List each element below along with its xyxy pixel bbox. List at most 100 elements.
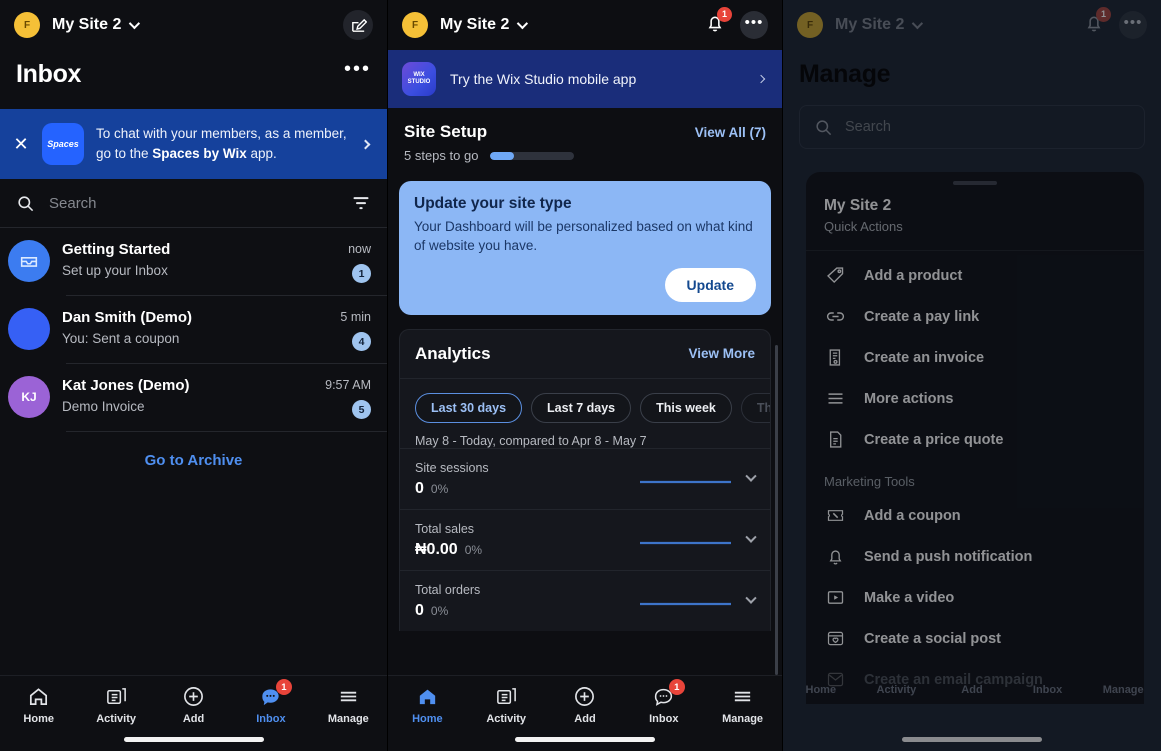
list-item[interactable]: Dan Smith (Demo) You: Sent a coupon 5 mi… xyxy=(0,296,387,363)
chevron-down-icon[interactable] xyxy=(517,17,529,30)
quick-action-create-a-pay-link[interactable]: Create a pay link xyxy=(806,296,1144,337)
spaces-promo-banner[interactable]: ✕ Spaces To chat with your members, as a… xyxy=(0,109,387,179)
home-indicator xyxy=(902,737,1042,742)
nav-label: Home xyxy=(23,713,54,725)
quick-action-add-a-product[interactable]: Add a product xyxy=(806,255,1144,296)
manage-screen: F My Site 2 1 ••• Manage My Site 2 Quick… xyxy=(782,0,1161,751)
nav-label: Inbox xyxy=(256,713,286,725)
sparkline-chart xyxy=(640,542,731,545)
tag-icon xyxy=(824,265,846,286)
search-input[interactable] xyxy=(49,194,337,212)
notifications-button[interactable]: 1 xyxy=(704,6,732,39)
nav-item-manage[interactable]: Manage xyxy=(703,685,782,725)
list-item-time: 9:57 AM xyxy=(325,378,371,392)
nav-item-home[interactable]: Home xyxy=(783,684,859,696)
quick-action-create-an-invoice[interactable]: Create an invoice xyxy=(806,337,1144,378)
search-input[interactable] xyxy=(845,119,1130,135)
home-topbar: F My Site 2 1 ••• xyxy=(388,0,782,50)
quick-action-send-a-push-notification[interactable]: Send a push notification xyxy=(806,536,1144,577)
chevron-down-icon[interactable] xyxy=(745,470,757,483)
analytics-range-label: May 8 - Today, compared to Apr 8 - May 7 xyxy=(415,433,647,448)
chevron-down-icon[interactable] xyxy=(745,531,757,544)
metric-total-sales[interactable]: Total sales ₦0.00 0% xyxy=(400,508,770,570)
go-to-archive-link[interactable]: Go to Archive xyxy=(0,432,387,489)
chevron-down-icon[interactable] xyxy=(912,17,924,30)
metric-name: Site sessions xyxy=(415,460,489,475)
nav-item-add[interactable]: Add xyxy=(934,684,1010,696)
bottom-navigation: Home Activity Add 1 Inbox Manage xyxy=(388,675,782,751)
metric-total-orders[interactable]: Total orders 0 0% xyxy=(400,569,770,631)
metric-delta: 0% xyxy=(430,481,449,496)
nav-item-home[interactable]: Home xyxy=(0,685,77,725)
unread-count-badge: 5 xyxy=(352,400,371,419)
search-icon[interactable] xyxy=(16,194,35,213)
nav-label: Inbox xyxy=(649,713,679,725)
metric-site-sessions[interactable]: Site sessions 0 0% xyxy=(400,447,770,509)
nav-item-manage[interactable]: Manage xyxy=(310,685,387,725)
ellipsis-icon[interactable]: ••• xyxy=(740,11,768,39)
quick-action-label: Create a social post xyxy=(864,630,1001,647)
site-name-label[interactable]: My Site 2 xyxy=(52,16,121,34)
ellipsis-icon[interactable]: ••• xyxy=(344,58,371,91)
nav-item-inbox[interactable]: 1 Inbox xyxy=(624,679,703,725)
quick-action-label: Create an invoice xyxy=(864,349,985,366)
nav-item-activity[interactable]: Activity xyxy=(467,685,546,725)
list-item[interactable]: Getting Started Set up your Inbox now 1 xyxy=(0,228,387,295)
inbox-tray-icon xyxy=(8,240,50,282)
chevron-down-icon[interactable] xyxy=(745,592,757,605)
list-item-title: Getting Started xyxy=(62,241,171,258)
drag-handle[interactable] xyxy=(953,181,997,185)
notification-badge: 1 xyxy=(717,6,732,22)
site-setup-title: Site Setup xyxy=(404,122,488,141)
quick-action-more-actions[interactable]: More actions xyxy=(806,378,1144,419)
nav-label: Add xyxy=(182,713,205,725)
chip-this-month[interactable]: This mo xyxy=(740,392,770,423)
nav-label: Inbox xyxy=(1032,684,1063,696)
chip-this-week[interactable]: This week xyxy=(640,392,732,423)
update-button[interactable]: Update xyxy=(664,267,756,302)
chevron-right-icon[interactable] xyxy=(360,139,371,149)
metric-delta: 0% xyxy=(464,542,483,557)
nav-item-manage[interactable]: Manage xyxy=(1085,684,1161,696)
nav-item-activity[interactable]: Activity xyxy=(859,684,935,696)
chevron-down-icon[interactable] xyxy=(129,17,141,30)
sheet-title: My Site 2 xyxy=(824,197,892,214)
nav-item-inbox[interactable]: 1 Inbox xyxy=(232,679,309,725)
chip-last-30-days[interactable]: Last 30 days xyxy=(415,392,523,423)
date-range-chips: Last 30 days Last 7 days This week This … xyxy=(400,379,770,423)
site-avatar: F xyxy=(797,12,823,38)
unread-count-badge: 1 xyxy=(352,264,371,283)
nav-item-add[interactable]: Add xyxy=(155,685,232,725)
chip-last-7-days[interactable]: Last 7 days xyxy=(531,392,632,423)
quick-action-create-a-price-quote[interactable]: Create a price quote xyxy=(806,419,1144,460)
compose-icon[interactable] xyxy=(343,10,373,40)
nav-item-inbox[interactable]: Inbox xyxy=(1010,684,1086,696)
site-name-label[interactable]: My Site 2 xyxy=(835,16,904,34)
nav-label: Manage xyxy=(327,713,369,725)
sparkline-chart xyxy=(640,603,731,606)
filter-icon[interactable] xyxy=(351,193,371,213)
coupon-percent-icon xyxy=(824,505,846,526)
close-icon[interactable]: ✕ xyxy=(12,134,30,155)
view-all-link[interactable]: View All (7) xyxy=(695,125,766,140)
nav-item-home[interactable]: Home xyxy=(388,685,467,725)
notifications-button[interactable]: 1 xyxy=(1083,6,1111,39)
nav-item-add[interactable]: Add xyxy=(546,685,625,725)
inbox-search-row xyxy=(0,179,387,228)
quick-action-add-a-coupon[interactable]: Add a coupon xyxy=(806,495,1144,536)
manage-search-field[interactable] xyxy=(799,105,1145,149)
view-more-link[interactable]: View More xyxy=(688,346,755,361)
hamburger-icon xyxy=(824,388,846,409)
quick-action-label: Add a coupon xyxy=(864,507,961,524)
scrollbar[interactable] xyxy=(775,345,778,675)
site-name-label[interactable]: My Site 2 xyxy=(440,16,509,34)
ellipsis-icon[interactable]: ••• xyxy=(1119,11,1147,39)
chevron-right-icon[interactable] xyxy=(756,74,766,84)
wix-studio-banner[interactable]: WIX STUDIO Try the Wix Studio mobile app xyxy=(388,50,782,108)
list-item[interactable]: KJ Kat Jones (Demo) Demo Invoice 9:57 AM… xyxy=(0,364,387,431)
quick-action-make-a-video[interactable]: Make a video xyxy=(806,577,1144,618)
metric-name: Total sales xyxy=(415,521,475,536)
quick-action-create-a-social-post[interactable]: Create a social post xyxy=(806,618,1144,659)
nav-item-activity[interactable]: Activity xyxy=(77,685,154,725)
analytics-card: Analytics View More Last 30 days Last 7 … xyxy=(399,328,771,631)
